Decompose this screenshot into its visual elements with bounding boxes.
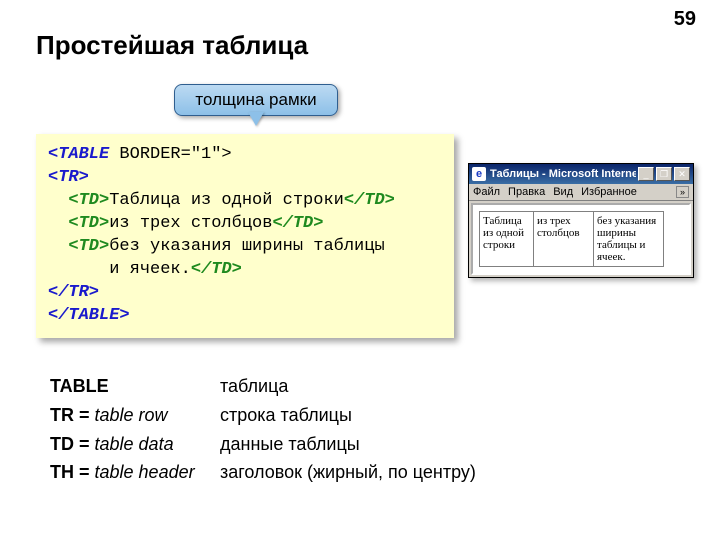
code-text: Таблица из одной строки xyxy=(109,191,344,210)
code-line: <TD>без указания ширины таблицы xyxy=(48,236,442,259)
legend-def: данные таблицы xyxy=(220,430,360,459)
code-td-tag: <TD> xyxy=(68,237,109,256)
code-line: и ячеек.</TD> xyxy=(48,259,442,282)
page-title: Простейшая таблица xyxy=(36,30,308,61)
menu-more-icon[interactable]: » xyxy=(676,186,689,198)
code-keyword: </TABLE> xyxy=(48,306,130,325)
legend: TABLE таблица TR = table row строка табл… xyxy=(50,372,476,487)
code-text: BORDER="1"> xyxy=(109,145,231,164)
code-text: из трех столбцов xyxy=(109,214,272,233)
legend-term: TR = table row xyxy=(50,401,220,430)
menu-favorites[interactable]: Избранное xyxy=(581,186,637,198)
legend-term: TABLE xyxy=(50,372,220,401)
legend-def: таблица xyxy=(220,372,288,401)
browser-window: e Таблицы - Microsoft Internet E... _ ❐ … xyxy=(468,163,694,278)
minimize-button[interactable]: _ xyxy=(638,167,654,181)
code-line: </TABLE> xyxy=(48,305,442,328)
maximize-button[interactable]: ❐ xyxy=(656,167,672,181)
close-button[interactable]: ✕ xyxy=(674,167,690,181)
legend-row: TABLE таблица xyxy=(50,372,476,401)
legend-term: TD = table data xyxy=(50,430,220,459)
window-title: Таблицы - Microsoft Internet E... xyxy=(490,168,636,180)
code-keyword: <TABLE xyxy=(48,145,109,164)
titlebar: e Таблицы - Microsoft Internet E... _ ❐ … xyxy=(469,164,693,184)
table-cell: без указания ширины таблицы и ячеек. xyxy=(594,212,664,267)
code-keyword: </TR> xyxy=(48,283,99,302)
menu-view[interactable]: Вид xyxy=(553,186,573,198)
code-block: <TABLE BORDER="1"> <TR> <TD>Таблица из о… xyxy=(36,134,454,338)
code-td-tag: </TD> xyxy=(191,260,242,279)
table-row: Таблица из одной строки из трех столбцов… xyxy=(480,212,664,267)
code-td-tag: <TD> xyxy=(68,191,109,210)
code-line: <TD>Таблица из одной строки</TD> xyxy=(48,190,442,213)
legend-row: TH = table header заголовок (жирный, по … xyxy=(50,458,476,487)
table-cell: из трех столбцов xyxy=(534,212,594,267)
legend-def: строка таблицы xyxy=(220,401,352,430)
code-line: <TABLE BORDER="1"> xyxy=(48,144,442,167)
legend-row: TD = table data данные таблицы xyxy=(50,430,476,459)
ie-icon: e xyxy=(472,167,486,181)
code-line: <TR> xyxy=(48,167,442,190)
code-td-tag: </TD> xyxy=(272,214,323,233)
callout-tail xyxy=(248,112,264,126)
legend-row: TR = table row строка таблицы xyxy=(50,401,476,430)
code-text: без указания ширины таблицы xyxy=(109,237,384,256)
menubar: Файл Правка Вид Избранное » xyxy=(469,184,693,201)
page-number: 59 xyxy=(674,8,696,31)
code-td-tag: </TD> xyxy=(344,191,395,210)
code-text: и ячеек. xyxy=(109,260,191,279)
table-cell: Таблица из одной строки xyxy=(480,212,534,267)
code-line: </TR> xyxy=(48,282,442,305)
legend-def: заголовок (жирный, по центру) xyxy=(220,458,476,487)
code-keyword: <TR> xyxy=(48,168,89,187)
code-line: <TD>из трех столбцов</TD> xyxy=(48,213,442,236)
browser-content: Таблица из одной строки из трех столбцов… xyxy=(471,203,691,275)
menu-file[interactable]: Файл xyxy=(473,186,500,198)
code-td-tag: <TD> xyxy=(68,214,109,233)
menu-edit[interactable]: Правка xyxy=(508,186,545,198)
legend-term: TH = table header xyxy=(50,458,220,487)
result-table: Таблица из одной строки из трех столбцов… xyxy=(479,211,664,267)
